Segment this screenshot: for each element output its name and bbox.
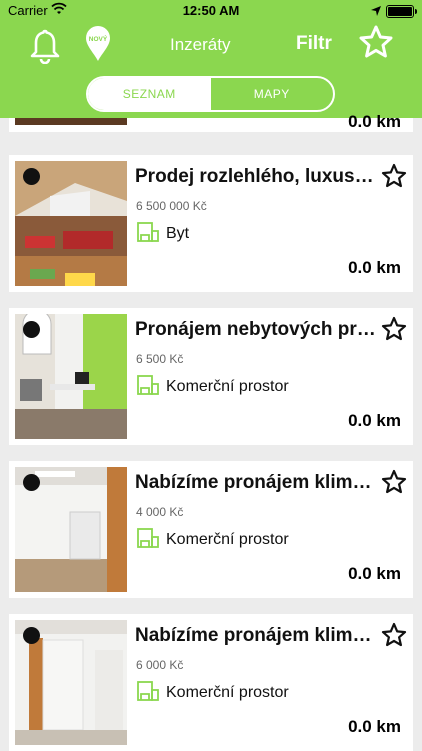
listing-distance: 0.0 km: [348, 717, 401, 736]
property-type-icon: [137, 681, 159, 701]
clock: 12:50 AM: [182, 3, 240, 18]
new-badge-label: NOVÝ: [89, 34, 108, 43]
listing-distance: 0.0 km: [348, 112, 401, 131]
new-badge-icon[interactable]: NOVÝ: [84, 24, 112, 62]
favorites-star-icon[interactable]: [358, 24, 394, 60]
star-outline-icon[interactable]: [381, 316, 407, 342]
status-indicator-dot: [23, 474, 40, 491]
page-title: Inzeráty: [170, 35, 231, 54]
listing-title: Nabízíme pronájem klimatizovaných: [135, 472, 379, 493]
star-outline-icon[interactable]: [381, 469, 407, 495]
listing-type: Komerční prostor: [166, 684, 289, 701]
listing-distance: 0.0 km: [348, 411, 401, 430]
listing-card[interactable]: Pronájem nebytových prostor 6 500 Kč Kom…: [9, 308, 413, 445]
listing-title: Pronájem nebytových prostor: [135, 319, 379, 340]
status-indicator-dot: [23, 627, 40, 644]
tab-map[interactable]: MAPY: [211, 78, 334, 110]
listing-distance: 0.0 km: [348, 564, 401, 583]
listing-type: Komerční prostor: [166, 531, 289, 548]
status-indicator-dot: [23, 168, 40, 185]
listing-type: Byt: [166, 225, 190, 242]
bell-icon[interactable]: [29, 28, 61, 64]
listing-card-partial[interactable]: 0.0 km: [9, 112, 413, 132]
listing-price: 6 500 000 Kč: [136, 199, 207, 213]
listing-price: 6 000 Kč: [136, 658, 184, 672]
listing-title: Nabízíme pronájem klimatizovaných: [135, 625, 379, 646]
listing-card[interactable]: Nabízíme pronájem klimatizovaných 4 000 …: [9, 461, 413, 598]
listing-photo: [15, 118, 127, 125]
star-outline-icon[interactable]: [381, 163, 407, 189]
listing-price: 6 500 Kč: [136, 352, 184, 366]
listing-price: 4 000 Kč: [136, 505, 184, 519]
status-bar: Carrier 12:50 AM: [0, 0, 422, 22]
listing-type: Komerční prostor: [166, 378, 289, 395]
star-outline-icon[interactable]: [381, 622, 407, 648]
listing-title: Prodej rozlehlého, luxusního: [135, 166, 379, 187]
view-segmented-control: SEZNAM MAPY: [86, 76, 335, 112]
listing-card[interactable]: Prodej rozlehlého, luxusního 6 500 000 K…: [9, 155, 413, 292]
listing-card[interactable]: Nabízíme pronájem klimatizovaných 6 000 …: [9, 614, 413, 751]
listing-distance: 0.0 km: [348, 258, 401, 277]
status-indicator-dot: [23, 321, 40, 338]
tab-list[interactable]: SEZNAM: [88, 78, 211, 110]
property-type-icon: [137, 222, 159, 242]
navigation-bar: NOVÝ Inzeráty Filtr SEZNAM MAPY: [0, 22, 422, 118]
property-type-icon: [137, 375, 159, 395]
filter-button[interactable]: Filtr: [296, 33, 332, 55]
location-arrow-icon: [371, 6, 381, 16]
property-type-icon: [137, 528, 159, 548]
battery-icon: [386, 5, 417, 18]
